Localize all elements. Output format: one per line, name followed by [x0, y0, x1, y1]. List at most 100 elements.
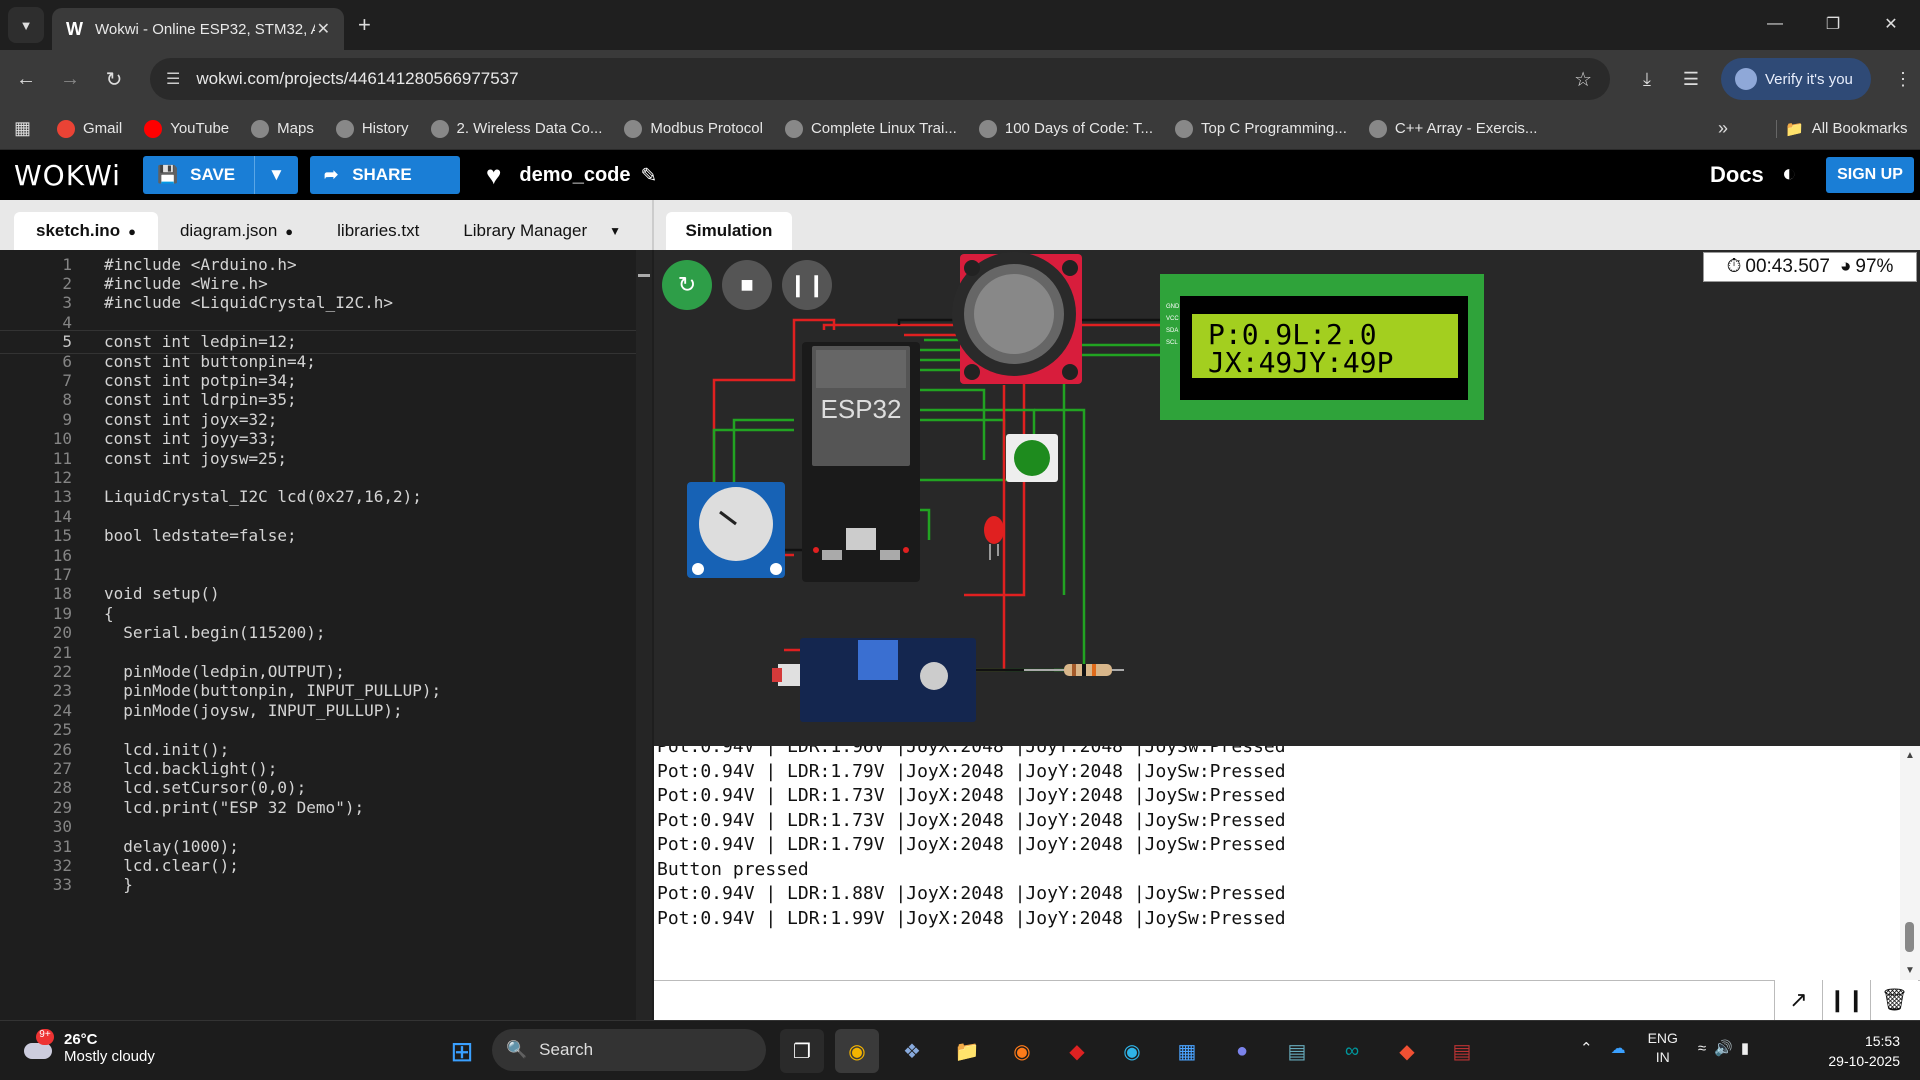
system-tray: ⌃ ☁ ENG IN ≈ 🔊 ▮ — [1580, 1029, 1749, 1067]
project-name[interactable]: demo_code — [519, 164, 630, 187]
teams-icon[interactable]: ● — [1220, 1029, 1264, 1073]
joystick-module — [952, 252, 1082, 384]
weather-widget[interactable]: 9+ 26°C Mostly cloudy — [20, 1029, 155, 1067]
plotter-chart-icon[interactable]: ↗ — [1774, 980, 1822, 1020]
bookmark-item[interactable]: Modbus Protocol — [624, 119, 763, 138]
forward-icon[interactable]: → — [48, 68, 92, 91]
tray-overflow-icon[interactable]: ⌃ — [1580, 1039, 1593, 1057]
docs-link[interactable]: Docs — [1710, 162, 1764, 188]
pause-simulation-button[interactable]: ❙❙ — [782, 260, 832, 310]
site-info-icon[interactable]: ☰ — [166, 69, 180, 89]
region-code: IN — [1655, 1049, 1670, 1065]
store-icon[interactable]: ▦ — [1165, 1029, 1209, 1073]
browser-tab-wokwi[interactable]: W Wokwi - Online ESP32, STM32, A ✕ — [52, 8, 344, 50]
wokwi-favicon-icon: W — [66, 18, 83, 39]
simulation-canvas[interactable]: ESP32 P:0.9L:2.0 JX:49JY:49P GND VCC SDA… — [654, 250, 1920, 746]
winrar-icon[interactable]: ▤ — [1440, 1029, 1484, 1073]
dark-mode-moon-icon[interactable]: ◐ — [1782, 160, 1797, 188]
download-icon[interactable]: ⤓ — [1625, 69, 1669, 90]
wifi-icon[interactable]: ≈ — [1698, 1040, 1706, 1057]
tabs-dropdown-icon[interactable]: ▼ — [609, 224, 621, 238]
signup-button[interactable]: SIGN UP — [1826, 157, 1914, 193]
all-bookmarks-button[interactable]: 📁 All Bookmarks — [1776, 119, 1908, 138]
windows-start-icon[interactable]: ⊞ — [440, 1029, 484, 1073]
restore-icon[interactable]: ❐ — [1804, 0, 1862, 48]
edit-pencil-icon[interactable]: ✎ — [641, 163, 658, 188]
file-explorer-icon[interactable]: 📁 — [945, 1029, 989, 1073]
edge-icon[interactable]: ◉ — [1110, 1029, 1154, 1073]
arduino-icon[interactable]: ∞ — [1330, 1029, 1374, 1073]
editor-scrollbar[interactable] — [636, 250, 652, 1020]
chrome-icon[interactable]: ◉ — [835, 1029, 879, 1073]
bookmark-item[interactable]: History — [335, 119, 409, 138]
bookmark-item[interactable]: 2. Wireless Data Co... — [430, 119, 602, 138]
close-window-icon[interactable]: ✕ — [1862, 0, 1920, 48]
serial-pause-icon[interactable]: ❙❙ — [1822, 980, 1870, 1020]
reload-icon[interactable]: ↻ — [92, 67, 136, 92]
pin-label-vcc: VCC — [1166, 316, 1179, 322]
tab-label: diagram.json — [179, 221, 278, 240]
heart-icon[interactable]: ♥ — [486, 160, 501, 191]
pin-label-sda: SDA — [1166, 328, 1178, 334]
tab-library-manager[interactable]: Library Manager ▼ — [441, 212, 643, 250]
minimize-icon[interactable]: — — [1746, 0, 1804, 48]
firefox-icon[interactable]: ◉ — [1000, 1029, 1044, 1073]
serial-input[interactable] — [654, 980, 1920, 1020]
copilot-icon[interactable]: ❖ — [890, 1029, 934, 1073]
stop-simulation-button[interactable]: ■ — [722, 260, 772, 310]
more-bookmarks-icon[interactable]: » — [1718, 118, 1728, 139]
url-text[interactable]: wokwi.com/projects/446141280566977537 — [196, 69, 518, 89]
serial-line: Pot:0.94V | LDR:1.73V |JoyX:2048 |JoyY:2… — [657, 809, 1286, 831]
serial-scrollbar[interactable]: ▲ ▼ — [1900, 746, 1920, 980]
photos-icon[interactable]: ▤ — [1275, 1029, 1319, 1073]
editor-tabs: sketch.ino ● diagram.json ● libraries.txt … — [0, 200, 652, 250]
language-indicator[interactable]: ENG IN — [1648, 1029, 1678, 1067]
save-disk-icon: 💾 — [156, 165, 179, 184]
bookmark-label: Modbus Protocol — [650, 120, 763, 137]
restart-simulation-button[interactable]: ↻ — [662, 260, 712, 310]
stopwatch-icon: ⏱ — [1726, 256, 1742, 277]
serial-line: Pot:0.94V | LDR:1.96V |JoyX:2048 |JoyY:2… — [657, 746, 1286, 757]
windows-taskbar: 9+ 26°C Mostly cloudy ⊞ 🔍 Search ❐ ◉ ❖ 📁… — [0, 1020, 1920, 1080]
address-bar[interactable]: ☰ wokwi.com/projects/446141280566977537 … — [150, 58, 1610, 100]
task-view-icon[interactable]: ❐ — [780, 1029, 824, 1073]
wokwi-logo[interactable]: WOKWi — [14, 159, 121, 192]
back-icon[interactable]: ← — [4, 68, 48, 91]
onedrive-icon[interactable]: ☁ — [1611, 1039, 1626, 1057]
code-line[interactable]: 33 } — [0, 873, 652, 897]
globe-icon — [978, 119, 997, 138]
clock-time: 15:53 — [1864, 1033, 1900, 1049]
new-tab-icon[interactable]: + — [358, 12, 371, 38]
save-dropdown-icon[interactable]: ▼ — [253, 156, 298, 194]
bookmark-item[interactable]: YouTube — [144, 119, 229, 138]
code-editor[interactable]: 1 #include <Arduino.h> 2 #include <Wire.h> 3… — [0, 250, 652, 1020]
battery-icon[interactable]: ▮ — [1741, 1039, 1749, 1057]
tab-diagram-json[interactable]: diagram.json ● — [158, 212, 315, 250]
media-control-icon[interactable]: ☰ — [1669, 69, 1713, 90]
tab-sketch-ino[interactable]: sketch.ino ● — [14, 212, 158, 250]
verify-profile-button[interactable]: Verify it's you — [1721, 58, 1871, 100]
bookmark-item[interactable]: Top C Programming... — [1175, 119, 1347, 138]
bookmark-item[interactable]: Maps — [251, 119, 314, 138]
close-tab-icon[interactable]: ✕ — [317, 19, 330, 39]
tab-search-dropdown[interactable]: ▼ — [8, 7, 44, 43]
git-icon[interactable]: ◆ — [1385, 1029, 1429, 1073]
tab-libraries-txt[interactable]: libraries.txt — [315, 212, 441, 250]
browser-nav-bar: ← → ↻ ☰ wokwi.com/projects/4461412805669… — [0, 50, 1920, 108]
save-button[interactable]: 💾 SAVE ▼ — [142, 156, 298, 194]
taskbar-search[interactable]: 🔍 Search — [492, 1029, 766, 1071]
bookmark-item[interactable]: 100 Days of Code: T... — [978, 119, 1153, 138]
apps-grid-icon[interactable]: ▦ — [14, 118, 31, 139]
mcafee-icon[interactable]: ◆ — [1055, 1029, 1099, 1073]
bookmark-item[interactable]: Complete Linux Trai... — [784, 119, 957, 138]
bookmark-item[interactable]: C++ Array - Exercis... — [1368, 119, 1537, 138]
ldr-sensor-module — [772, 638, 976, 722]
taskbar-clock[interactable]: 15:53 29-10-2025 — [1810, 1031, 1900, 1071]
clear-trash-icon[interactable]: 🗑 — [1870, 980, 1918, 1020]
volume-icon[interactable]: 🔊 — [1714, 1039, 1733, 1057]
bookmark-item[interactable]: Gmail — [57, 119, 122, 138]
menu-kebab-icon[interactable]: ⋮ — [1881, 69, 1920, 90]
share-button[interactable]: ➦ SHARE — [309, 156, 460, 194]
tab-simulation[interactable]: Simulation — [666, 212, 792, 250]
bookmark-star-icon[interactable]: ☆ — [1574, 67, 1592, 92]
